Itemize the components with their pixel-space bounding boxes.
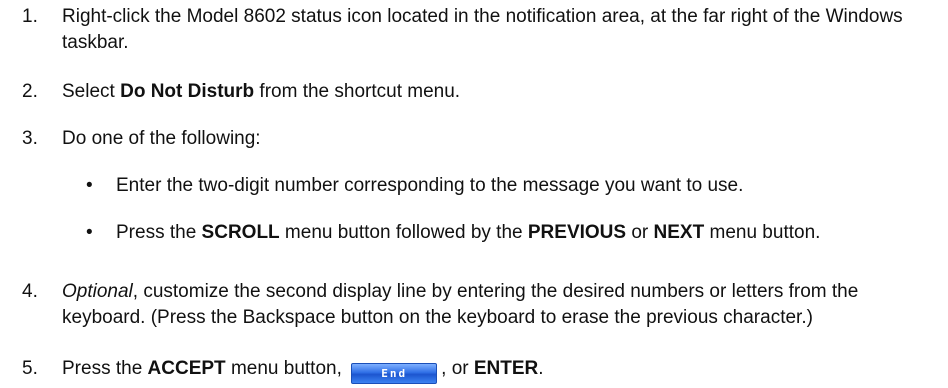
bold-term: ACCEPT xyxy=(147,358,226,379)
bullet-text: Press the SCROLL menu button followed by… xyxy=(116,220,940,246)
step-number: 2. xyxy=(22,81,38,102)
bold-term: ENTER xyxy=(473,358,539,379)
step-number: 3. xyxy=(22,128,38,149)
text-fragment: , customize the second display line by e… xyxy=(62,281,859,328)
text-fragment: Select xyxy=(62,81,121,102)
step-3: 3. Do one of the following: xyxy=(22,126,940,152)
bold-term: Do Not Disturb xyxy=(120,81,255,102)
step-text: Right-click the Model 8602 status icon l… xyxy=(62,6,903,53)
step-text: Select Do Not Disturb from the shortcut … xyxy=(62,79,940,105)
italic-term: Optional xyxy=(62,281,133,302)
step-text: Do one of the following: xyxy=(62,128,261,149)
text-fragment: or xyxy=(626,222,654,243)
step-number: 4. xyxy=(22,281,38,302)
step-5: 5. Press the ACCEPT menu button, End, or… xyxy=(22,356,940,384)
step-text: Optional, customize the second display l… xyxy=(62,279,940,331)
bullet-text: Enter the two-digit number corresponding… xyxy=(116,175,744,196)
instructions-document: 1. Right-click the Model 8602 status ico… xyxy=(0,0,948,388)
step-number: 1. xyxy=(22,6,38,27)
text-fragment: menu button followed by the xyxy=(279,222,528,243)
text-fragment: . xyxy=(538,358,544,379)
bold-term: PREVIOUS xyxy=(527,222,627,243)
bullet-item-1: • Enter the two-digit number correspondi… xyxy=(86,173,940,199)
step-1: 1. Right-click the Model 8602 status ico… xyxy=(22,4,940,56)
text-fragment: Press the xyxy=(62,358,148,379)
text-fragment: Press the xyxy=(116,222,202,243)
bullet-icon: • xyxy=(86,175,93,196)
step-text: Press the ACCEPT menu button, End, or EN… xyxy=(62,356,940,384)
end-key-button[interactable]: End xyxy=(351,363,438,384)
text-fragment: menu button, xyxy=(225,358,348,379)
step-2: 2. Select Do Not Disturb from the shortc… xyxy=(22,79,940,105)
bullet-item-2: • Press the SCROLL menu button followed … xyxy=(86,220,940,246)
text-fragment: from the shortcut menu. xyxy=(254,81,461,102)
bullet-icon: • xyxy=(86,222,93,243)
step-number: 5. xyxy=(22,358,38,379)
bold-term: SCROLL xyxy=(201,222,280,243)
text-fragment: , or xyxy=(441,358,474,379)
text-fragment: menu button. xyxy=(704,222,821,243)
step-4: 4. Optional, customize the second displa… xyxy=(22,279,940,331)
bold-term: NEXT xyxy=(653,222,705,243)
